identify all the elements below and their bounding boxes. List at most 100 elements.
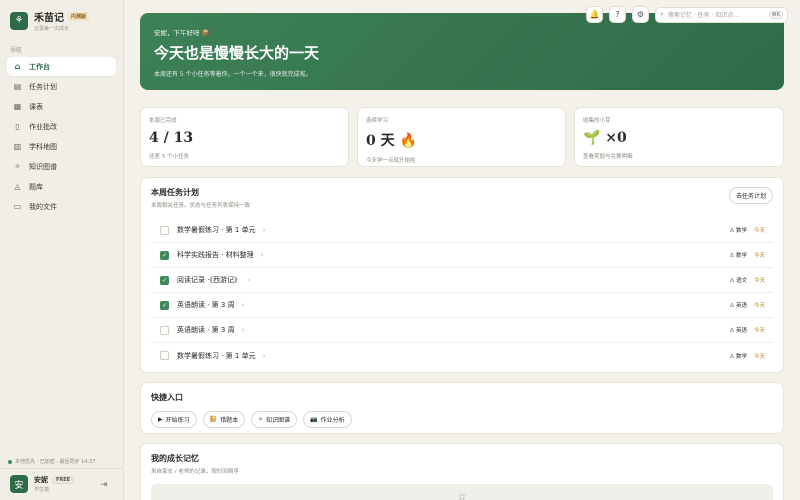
task-row[interactable]: 数学暑假练习 · 第 1 单元 › ◬ 数学 今天	[151, 218, 773, 243]
brand-name: 禾苗记	[34, 13, 64, 24]
quick-actions: ▶ 开始练习 📔 错题本 ✧ 知识图谱 📷 作业分析	[151, 411, 773, 428]
sidebar-item[interactable]: ▤ 任务计划	[7, 77, 116, 96]
search-input[interactable]: ⌕ 搜索记忆 · 任务 · 知识点… ⌘K	[655, 6, 788, 23]
quick-action-button[interactable]: 📷 作业分析	[303, 411, 352, 428]
task-due: 今天	[753, 328, 765, 334]
stat-card-sprouts[interactable]: 收集的小芽 🌱 ×0 查看奖励与兑换明细	[574, 107, 784, 167]
subject-label: 数学	[735, 253, 747, 259]
card-subtitle: 本周相关任务。状态与任务列表保持一致	[151, 203, 251, 209]
sidebar-item-label: 任务计划	[29, 82, 57, 91]
task-checkbox[interactable]	[160, 225, 169, 235]
task-checkbox[interactable]: ✓	[160, 250, 169, 260]
subject-label: 英语	[735, 328, 747, 334]
sidebar-item-label: 学科地图	[29, 142, 57, 151]
subject-label: 数学	[735, 228, 747, 234]
document-icon: ▯	[15, 122, 20, 131]
hero-banner: 安妮，下午好呀 📦 今天也是慢慢长大的一天 本周还有 5 个小任务等着你。一个一…	[140, 13, 784, 90]
task-subject: ◬ 语文	[730, 276, 747, 284]
hero-subtitle: 本周还有 5 个小任务等着你。一个一个来，很快就完成啦。	[154, 71, 312, 78]
brand-subtitle: 记录每一次成长	[34, 26, 70, 32]
camera-icon: 📷	[310, 416, 318, 423]
graduation-cap-icon: ◬	[729, 302, 734, 308]
stat-value: 4 / 13	[149, 130, 194, 146]
sidebar-item-label: 知识图谱	[29, 162, 57, 171]
logout-icon[interactable]: ⇥	[100, 480, 108, 490]
user-name: 安妮	[34, 476, 48, 484]
beta-badge: 内测版	[68, 12, 90, 21]
quick-access-card: 快捷入口 ▶ 开始练习 📔 错题本 ✧ 知识图谱 📷 作业分析	[140, 382, 784, 434]
sidebar-item-label: 课表	[29, 102, 43, 111]
goto-task-plan-button[interactable]: 去任务计划	[728, 187, 773, 204]
task-checkbox[interactable]	[160, 351, 169, 360]
stat-card-streak: 连续学习 0 天 🔥 今天学一点就开始啦	[357, 107, 566, 167]
quick-action-label: 知识图谱	[266, 417, 291, 424]
task-row[interactable]: ✓ 英语朗读 · 第 3 周 › ◬ 英语 今天	[151, 293, 773, 318]
nav-list: ⌂ 工作台 ▤ 任务计划 ▦ 课表 ▯ 作业批改 ▥ 学科地图 ✧ 知识图谱 ◬ 题库 ▭ 我的文件	[0, 57, 123, 216]
plan-badge: FREE	[52, 476, 75, 484]
sidebar-item[interactable]: ▥ 学科地图	[7, 137, 116, 156]
task-subject: ◬ 英语	[730, 326, 747, 334]
subject-label: 英语	[735, 303, 747, 309]
quick-action-button[interactable]: 📔 错题本	[202, 411, 246, 428]
quick-action-button[interactable]: ✧ 知识图谱	[251, 411, 298, 428]
avatar: 安	[10, 475, 28, 493]
gear-icon[interactable]: ⚙	[632, 6, 649, 23]
subject-label: 语文	[735, 278, 747, 284]
chevron-right-icon: ›	[241, 301, 245, 309]
sync-text: 本地优先 · 已加密 · 最后同步 14:37	[15, 459, 96, 465]
user-profile[interactable]: 安 安妮 FREE 学生端	[10, 475, 75, 493]
calendar-icon: ▦	[13, 102, 22, 111]
task-row[interactable]: ✓ 阅读记录 ·《西游记》 › ◬ 语文 今天	[151, 268, 773, 293]
task-checkbox[interactable]: ✓	[160, 300, 169, 310]
task-name: 科学实践报告 · 材料整理	[177, 251, 254, 259]
sidebar-item[interactable]: ◬ 题库	[7, 177, 116, 196]
sidebar: ⚘ 禾苗记 内测版 记录每一次成长 导航 ⌂ 工作台 ▤ 任务计划 ▦ 课表 ▯ 作业批改 ▥ 学…	[0, 0, 124, 500]
top-toolbar: 🔔 ? ⚙ ⌕ 搜索记忆 · 任务 · 知识点… ⌘K	[586, 6, 788, 23]
task-due: 今天	[753, 278, 765, 284]
sidebar-item[interactable]: ▦ 课表	[7, 97, 116, 116]
task-checkbox[interactable]	[160, 325, 169, 335]
stat-label: 连续学习	[366, 118, 389, 124]
stat-card-completed: 本周已完成 4 / 13 还差 5 个小任务	[140, 107, 349, 167]
memory-placeholder: ☆	[151, 484, 773, 500]
stat-label: 本周已完成	[149, 118, 177, 124]
sidebar-item[interactable]: ▯ 作业批改	[7, 117, 116, 136]
sidebar-item-label: 我的文件	[29, 202, 57, 211]
bell-icon[interactable]: 🔔	[586, 6, 603, 23]
chevron-right-icon: ›	[247, 276, 251, 284]
sidebar-item[interactable]: ✧ 知识图谱	[7, 157, 116, 176]
task-name: 数学暑假练习 · 第 1 单元	[177, 226, 256, 234]
graduation-cap-icon: ◬	[729, 277, 734, 283]
card-title: 本周任务计划	[151, 188, 199, 197]
task-list: 数学暑假练习 · 第 1 单元 › ◬ 数学 今天 ✓ 科学实践报告 · 材料整理 › ◬ 数学今…	[151, 218, 773, 368]
task-due: 今天	[753, 303, 765, 309]
sidebar-item[interactable]: ⌂ 工作台	[7, 57, 116, 76]
graduation-cap-icon: ◬	[729, 252, 734, 258]
book-icon: 📔	[209, 416, 218, 423]
quick-action-button[interactable]: ▶ 开始练习	[151, 411, 197, 428]
sync-dot-icon	[8, 459, 12, 464]
brand: ⚘ 禾苗记 内测版 记录每一次成长	[0, 0, 123, 41]
quick-action-label: 作业分析	[320, 417, 345, 424]
sidebar-item-label: 作业批改	[29, 122, 57, 131]
task-row[interactable]: 数学暑假练习 · 第 1 单元 › ◬ 数学 今天	[151, 343, 773, 368]
sprout-logo-icon: ⚘	[10, 11, 28, 30]
stat-hint: 查看奖励与兑换明细	[583, 154, 633, 160]
user-role: 学生端	[34, 487, 50, 493]
home-icon: ⌂	[14, 62, 21, 71]
growth-memory-card: 我的成长记忆 来自家长 / 老师的记录，按时间倒序 ☆	[140, 443, 784, 500]
graduation-cap-icon: ◬	[729, 352, 734, 359]
card-subtitle: 来自家长 / 老师的记录，按时间倒序	[151, 469, 239, 475]
task-checkbox[interactable]: ✓	[160, 275, 169, 285]
card-title: 我的成长记忆	[151, 454, 199, 463]
help-icon[interactable]: ?	[609, 6, 626, 23]
stat-hint: 今天学一点就开始啦	[366, 158, 416, 164]
task-row[interactable]: 英语朗读 · 第 3 周 › ◬ 英语 今天	[151, 318, 773, 343]
search-placeholder: 搜索记忆 · 任务 · 知识点…	[667, 12, 740, 19]
task-subject: ◬ 数学	[730, 226, 747, 234]
sync-status: 本地优先 · 已加密 · 最后同步 14:37	[8, 458, 96, 465]
folder-icon: ▭	[13, 202, 22, 211]
task-row[interactable]: ✓ 科学实践报告 · 材料整理 › ◬ 数学 今天	[151, 243, 773, 268]
sidebar-item[interactable]: ▭ 我的文件	[7, 197, 116, 216]
star-icon: ☆	[457, 492, 467, 500]
